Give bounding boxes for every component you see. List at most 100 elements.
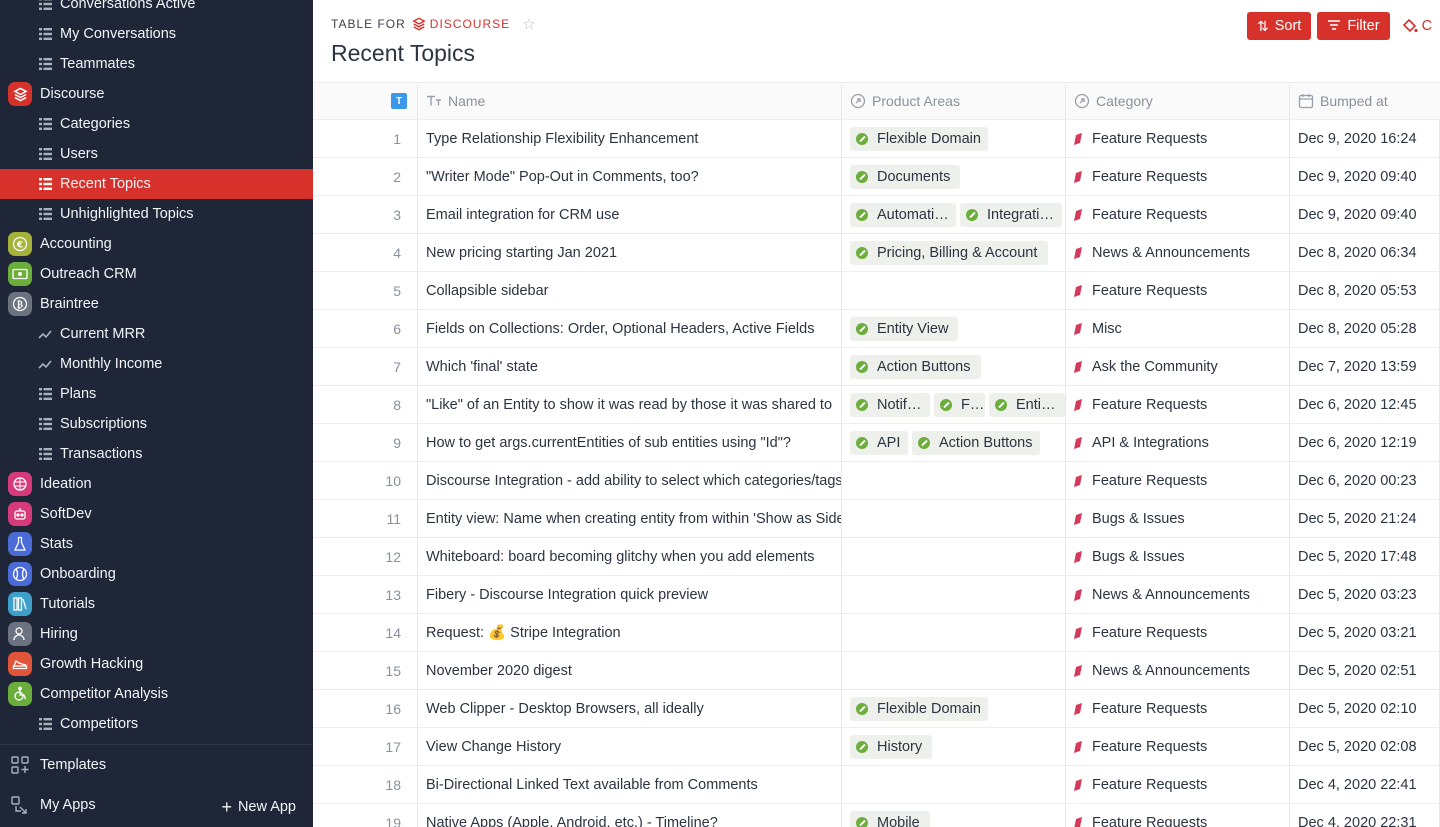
- sidebar-item-conversations-active[interactable]: Conversations Active: [0, 0, 313, 19]
- topic-name-cell[interactable]: Which 'final' state: [418, 348, 842, 385]
- column-header-category[interactable]: Category: [1066, 83, 1290, 119]
- topic-name-cell[interactable]: Type Relationship Flexibility Enhancemen…: [418, 120, 842, 157]
- topic-name-cell[interactable]: Native Apps (Apple, Android, etc.) - Tim…: [418, 804, 842, 827]
- topic-name-cell[interactable]: Fields on Collections: Order, Optional H…: [418, 310, 842, 347]
- bumped-at-cell[interactable]: Dec 9, 2020 09:40: [1290, 196, 1440, 233]
- bumped-at-cell[interactable]: Dec 5, 2020 02:51: [1290, 652, 1440, 689]
- topic-name-cell[interactable]: Web Clipper - Desktop Browsers, all idea…: [418, 690, 842, 727]
- color-button[interactable]: C: [1402, 18, 1432, 34]
- category-cell[interactable]: API & Integrations: [1066, 424, 1290, 461]
- table-row[interactable]: 19 Native Apps (Apple, Android, etc.) - T…: [313, 804, 1440, 827]
- product-area-chip[interactable]: Notif…: [850, 392, 930, 417]
- product-areas-cell[interactable]: [842, 766, 1066, 803]
- product-areas-cell[interactable]: Notif… F… Enti…: [842, 386, 1066, 423]
- product-areas-cell[interactable]: Pricing, Billing & Account: [842, 234, 1066, 271]
- sidebar-item-plans[interactable]: Plans: [0, 379, 313, 409]
- bumped-at-cell[interactable]: Dec 9, 2020 16:24: [1290, 120, 1440, 157]
- product-area-chip[interactable]: API: [850, 430, 908, 455]
- sidebar-app-onboarding[interactable]: Onboarding: [0, 559, 313, 589]
- category-cell[interactable]: Feature Requests: [1066, 462, 1290, 499]
- category-cell[interactable]: News & Announcements: [1066, 234, 1290, 271]
- filter-button[interactable]: Filter: [1317, 12, 1390, 40]
- product-areas-cell[interactable]: Entity View: [842, 310, 1066, 347]
- sidebar-item-users[interactable]: Users: [0, 139, 313, 169]
- sidebar-item-my-conversations[interactable]: My Conversations: [0, 19, 313, 49]
- topic-name-cell[interactable]: How to get args.currentEntities of sub e…: [418, 424, 842, 461]
- category-cell[interactable]: Feature Requests: [1066, 614, 1290, 651]
- table-row[interactable]: 17 View Change History History Feature Requ…: [313, 728, 1440, 766]
- topic-name-cell[interactable]: November 2020 digest: [418, 652, 842, 689]
- bumped-at-cell[interactable]: Dec 8, 2020 06:34: [1290, 234, 1440, 271]
- product-area-chip[interactable]: Pricing, Billing & Account: [850, 240, 1048, 265]
- topic-name-cell[interactable]: New pricing starting Jan 2021: [418, 234, 842, 271]
- category-cell[interactable]: Ask the Community: [1066, 348, 1290, 385]
- table-row[interactable]: 12 Whiteboard: board becoming glitchy whe…: [313, 538, 1440, 576]
- product-area-chip[interactable]: Action Buttons: [850, 354, 981, 379]
- product-area-chip[interactable]: Enti…: [989, 392, 1065, 417]
- breadcrumb-app-link[interactable]: DISCOURSE: [412, 17, 510, 31]
- table-row[interactable]: 11 Entity view: Name when creating entity…: [313, 500, 1440, 538]
- bumped-at-cell[interactable]: Dec 7, 2020 13:59: [1290, 348, 1440, 385]
- product-areas-cell[interactable]: Documents: [842, 158, 1066, 195]
- bumped-at-cell[interactable]: Dec 6, 2020 12:45: [1290, 386, 1440, 423]
- table-row[interactable]: 8 "Like" of an Entity to show it was read…: [313, 386, 1440, 424]
- my-apps-link[interactable]: My Apps + New App: [0, 785, 313, 825]
- table-row[interactable]: 7 Which 'final' state Action Buttons Ask th…: [313, 348, 1440, 386]
- table-row[interactable]: 5 Collapsible sidebar Feature Requests Dec …: [313, 272, 1440, 310]
- category-cell[interactable]: Feature Requests: [1066, 766, 1290, 803]
- templates-link[interactable]: Templates: [0, 745, 313, 785]
- bumped-at-cell[interactable]: Dec 5, 2020 03:23: [1290, 576, 1440, 613]
- bumped-at-cell[interactable]: Dec 4, 2020 22:31: [1290, 804, 1440, 827]
- product-area-chip[interactable]: Documents: [850, 164, 960, 189]
- table-row[interactable]: 13 Fibery - Discourse Integration quick p…: [313, 576, 1440, 614]
- sidebar-item-monthly-income[interactable]: Monthly Income: [0, 349, 313, 379]
- sidebar-app-stats[interactable]: Stats: [0, 529, 313, 559]
- table-row[interactable]: 10 Discourse Integration - add ability to…: [313, 462, 1440, 500]
- sidebar-app-accounting[interactable]: € Accounting: [0, 229, 313, 259]
- category-cell[interactable]: Feature Requests: [1066, 804, 1290, 827]
- category-cell[interactable]: Feature Requests: [1066, 196, 1290, 233]
- topic-name-cell[interactable]: Collapsible sidebar: [418, 272, 842, 309]
- column-header-name[interactable]: Name: [418, 83, 842, 119]
- column-header-bumped-at[interactable]: Bumped at: [1290, 83, 1440, 119]
- topic-name-cell[interactable]: View Change History: [418, 728, 842, 765]
- category-cell[interactable]: Feature Requests: [1066, 728, 1290, 765]
- sidebar-app-braintree[interactable]: ₿ Braintree: [0, 289, 313, 319]
- table-row[interactable]: 15 November 2020 digest News & Announcemen…: [313, 652, 1440, 690]
- table-row[interactable]: 1 Type Relationship Flexibility Enhanceme…: [313, 120, 1440, 158]
- topic-name-cell[interactable]: "Writer Mode" Pop-Out in Comments, too?: [418, 158, 842, 195]
- bumped-at-cell[interactable]: Dec 9, 2020 09:40: [1290, 158, 1440, 195]
- table-row[interactable]: 18 Bi-Directional Linked Text available f…: [313, 766, 1440, 804]
- bumped-at-cell[interactable]: Dec 8, 2020 05:28: [1290, 310, 1440, 347]
- product-areas-cell[interactable]: [842, 538, 1066, 575]
- sidebar-app-growth-hacking[interactable]: Growth Hacking: [0, 649, 313, 679]
- sidebar-app-softdev[interactable]: SoftDev: [0, 499, 313, 529]
- product-areas-cell[interactable]: API Action Buttons: [842, 424, 1066, 461]
- table-row[interactable]: 14 Request: 💰 Stripe Integration Feature R…: [313, 614, 1440, 652]
- product-areas-cell[interactable]: [842, 272, 1066, 309]
- bumped-at-cell[interactable]: Dec 8, 2020 05:53: [1290, 272, 1440, 309]
- table-row[interactable]: 4 New pricing starting Jan 2021 Pricing, B…: [313, 234, 1440, 272]
- product-areas-cell[interactable]: [842, 652, 1066, 689]
- table-row[interactable]: 6 Fields on Collections: Order, Optional …: [313, 310, 1440, 348]
- row-number-header[interactable]: T: [313, 83, 418, 119]
- category-cell[interactable]: Bugs & Issues: [1066, 538, 1290, 575]
- product-area-chip[interactable]: Entity View: [850, 316, 958, 341]
- product-areas-cell[interactable]: History: [842, 728, 1066, 765]
- product-area-chip[interactable]: History: [850, 734, 932, 759]
- sidebar-item-teammates[interactable]: Teammates: [0, 49, 313, 79]
- table-row[interactable]: 9 How to get args.currentEntities of sub …: [313, 424, 1440, 462]
- product-area-chip[interactable]: Flexible Domain: [850, 696, 988, 721]
- product-area-chip[interactable]: Action Buttons: [912, 430, 1040, 455]
- category-cell[interactable]: Feature Requests: [1066, 272, 1290, 309]
- product-areas-cell[interactable]: [842, 462, 1066, 499]
- bumped-at-cell[interactable]: Dec 5, 2020 21:24: [1290, 500, 1440, 537]
- topic-name-cell[interactable]: Bi-Directional Linked Text available fro…: [418, 766, 842, 803]
- product-areas-cell[interactable]: [842, 500, 1066, 537]
- bumped-at-cell[interactable]: Dec 6, 2020 00:23: [1290, 462, 1440, 499]
- topic-name-cell[interactable]: Fibery - Discourse Integration quick pre…: [418, 576, 842, 613]
- product-area-chip[interactable]: F…: [934, 392, 985, 417]
- category-cell[interactable]: Feature Requests: [1066, 120, 1290, 157]
- product-areas-cell[interactable]: [842, 614, 1066, 651]
- category-cell[interactable]: News & Announcements: [1066, 576, 1290, 613]
